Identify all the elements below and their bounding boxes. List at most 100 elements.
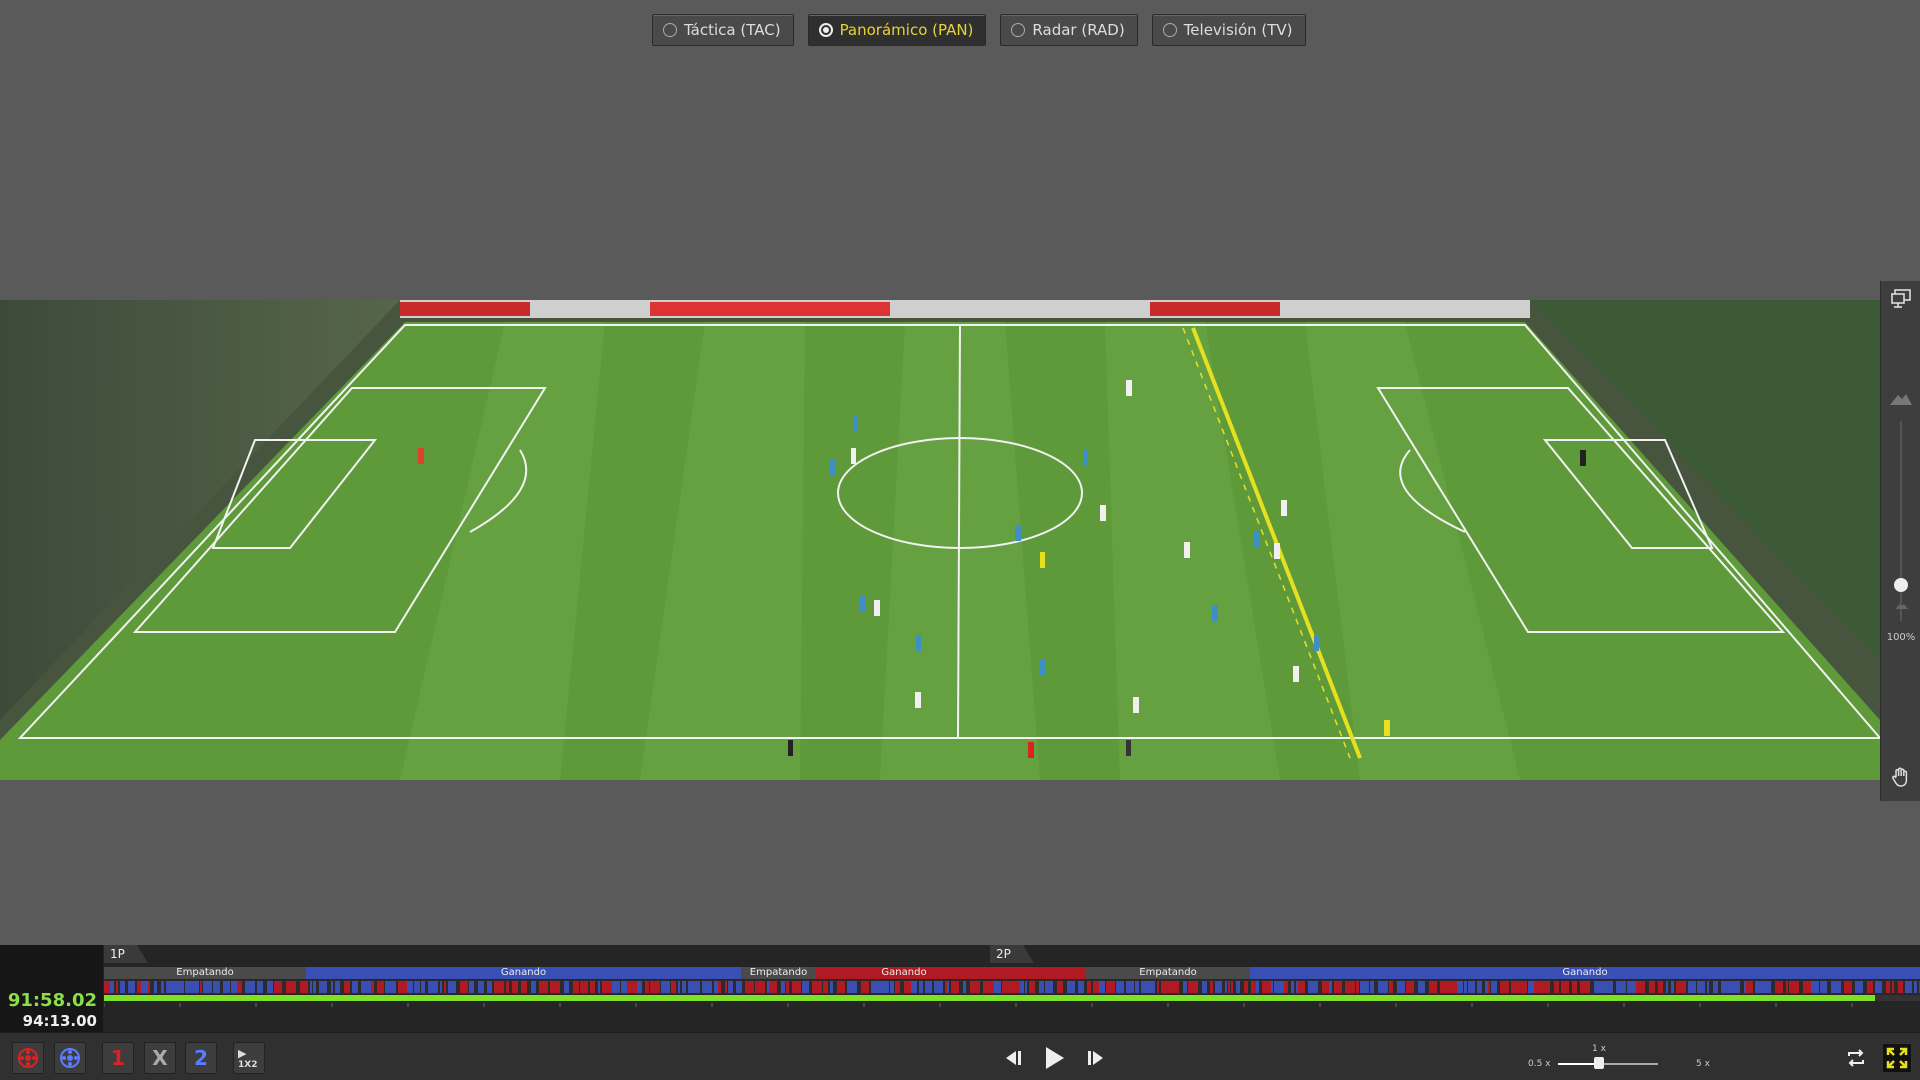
event-marker [319,981,327,993]
zoom-in-mountain-icon[interactable] [1889,387,1913,411]
event-marker [823,981,828,993]
event-marker [431,981,438,993]
playback-speed-slider[interactable]: 0.5 x 1 x 5 x [1520,1044,1720,1075]
event-marker [377,981,384,993]
event-marker [1528,981,1534,993]
fullscreen-button[interactable] [1882,1043,1912,1073]
event-marker [141,981,148,993]
event-marker [1236,981,1240,993]
mode-panoramico-button[interactable]: Panorámico (PAN) [807,14,987,46]
event-marker [1765,981,1771,993]
event-marker [414,981,420,993]
zoom-slider-handle[interactable] [1894,578,1908,592]
event-marker [394,981,396,993]
loop-button[interactable] [1841,1043,1871,1073]
event-marker [1183,981,1187,993]
event-marker [398,981,407,993]
step-forward-button[interactable] [1081,1043,1111,1073]
event-marker [1786,981,1788,993]
away-ball-icon [60,1048,80,1068]
event-marker [598,981,600,993]
event-marker [1580,981,1588,993]
speed-track[interactable] [1558,1063,1658,1065]
event-marker [1892,981,1894,993]
event-marker [1457,981,1463,993]
event-marker [1488,981,1490,993]
result-filter-label: 1X2 [238,1059,258,1070]
event-marker [1296,981,1298,993]
event-marker [1755,981,1765,993]
mode-tactica-button[interactable]: Táctica (TAC) [652,14,794,46]
speed-handle[interactable] [1594,1057,1604,1069]
event-marker [1406,981,1414,993]
event-marker [951,981,959,993]
hand-pan-icon[interactable] [1889,765,1913,789]
play-small-icon: ▶ [238,1046,247,1060]
event-marker [1616,981,1626,993]
event-marker [745,981,754,993]
state-segment: Ganando [1250,967,1920,979]
event-marker [1811,981,1819,993]
playback-progress[interactable] [104,995,1920,1001]
event-marker [802,981,809,993]
state-segment: Empatando [1086,967,1250,979]
event-marker [895,981,900,993]
mode-label: Televisión (TV) [1183,21,1293,39]
screen-icon[interactable] [1889,287,1913,311]
play-icon [1046,1047,1064,1069]
event-marker [786,981,789,993]
away-team-button[interactable] [54,1042,86,1074]
event-marker [1099,981,1105,993]
event-marker [1517,981,1527,993]
team-2-filter-button[interactable]: 2 [185,1042,217,1074]
mode-television-button[interactable]: Televisión (TV) [1151,14,1306,46]
event-marker [1658,981,1660,993]
result-filter-button[interactable]: ▶ 1X2 [233,1042,265,1074]
event-marker [837,981,845,993]
second-half-tab[interactable]: 2P [990,945,1034,963]
home-team-button[interactable] [12,1042,44,1074]
event-marker [104,981,110,993]
event-marker [1135,981,1139,993]
event-marker [1041,981,1044,993]
event-marker [1334,981,1342,993]
event-marker [421,981,425,993]
event-marker [1485,981,1488,993]
event-marker [590,981,595,993]
home-ball-icon [18,1048,38,1068]
event-marker [1228,981,1230,993]
play-button[interactable] [1039,1043,1069,1073]
time-ruler [104,1003,1853,1007]
zoom-out-mountain-icon[interactable] [1889,597,1913,621]
progress-fill [104,995,1875,1001]
draw-filter-button[interactable]: X [144,1042,176,1074]
event-marker [223,981,230,993]
panoramic-video[interactable] [0,300,1880,780]
event-marker [890,981,894,993]
event-marker [1468,981,1472,993]
team-1-filter-button[interactable]: 1 [102,1042,134,1074]
event-marker [1688,981,1696,993]
mode-radar-button[interactable]: Radar (RAD) [1000,14,1138,46]
event-marker [335,981,340,993]
match-timeline[interactable]: 91:58.02 94:13.00 1P 2P Empatando Ganand… [0,945,1920,1032]
event-marker [767,981,769,993]
ad-boards [400,300,1530,318]
event-marker [1429,981,1437,993]
event-marker [1707,981,1709,993]
event-marker [1898,981,1903,993]
event-marker [1012,981,1020,993]
event-marker [1594,981,1604,993]
event-marker [627,981,637,993]
timeline-bars[interactable]: Empatando Ganando Empatando Ganando Empa… [104,967,1920,1032]
event-marker [1803,981,1811,993]
event-marker [237,981,242,993]
event-marker [1397,981,1405,993]
event-marker [1713,981,1718,993]
step-back-button[interactable] [998,1043,1028,1073]
state-segment: Ganando [306,967,741,979]
ad-board [400,302,530,316]
event-marker [1627,981,1636,993]
first-half-tab[interactable]: 1P [104,945,148,963]
event-marker [385,981,394,993]
